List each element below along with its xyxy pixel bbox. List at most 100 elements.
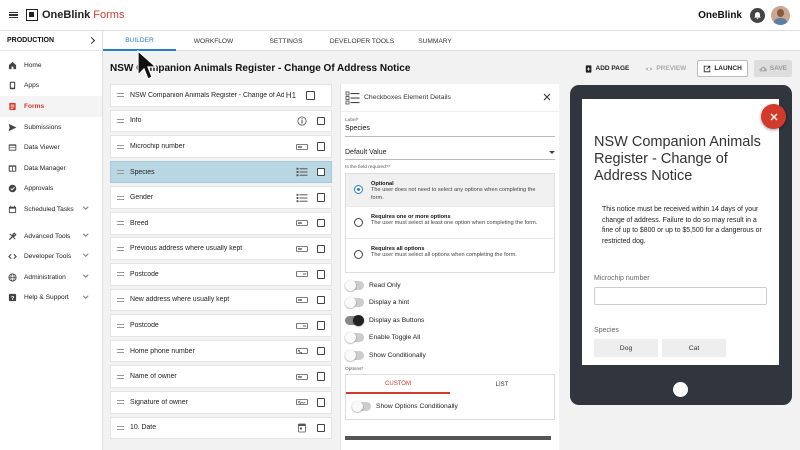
form-element-row[interactable]: Previous address where usually kept <box>110 237 332 261</box>
preview-button[interactable]: PREVIEW <box>640 60 691 77</box>
close-icon[interactable] <box>543 93 551 101</box>
toggle-read-only[interactable]: Read Only <box>341 277 559 295</box>
sidebar-item-submissions[interactable]: Submissions <box>0 117 102 138</box>
tab-builder[interactable]: BUILDER <box>103 31 176 51</box>
preview-option-dog[interactable]: Dog <box>594 339 658 357</box>
form-element-row[interactable]: Name of owner <box>110 365 332 389</box>
element-checkbox[interactable] <box>316 295 325 305</box>
sidebar-item-data-manager[interactable]: Data Manager <box>0 158 102 179</box>
form-element-row[interactable]: NSW Companion Animals Register - Change … <box>110 84 332 107</box>
sidebar-item-developer-tools[interactable]: Developer Tools <box>0 246 102 267</box>
sidebar-item-approvals[interactable]: Approvals <box>0 179 102 200</box>
sidebar-item-forms[interactable]: Forms <box>0 96 102 117</box>
element-checkbox[interactable] <box>316 142 325 151</box>
org-name[interactable]: OneBlink <box>698 10 742 21</box>
form-element-row[interactable]: 10. Date <box>110 416 332 440</box>
form-element-row[interactable]: Microchip number <box>110 135 332 158</box>
radio-button[interactable] <box>354 250 363 259</box>
show-options-conditionally-row[interactable]: Show Options Conditionally <box>345 394 555 420</box>
form-element-row-selected[interactable]: Species <box>110 160 332 184</box>
form-element-row[interactable]: New address where usually kept <box>110 288 332 312</box>
radio-optional[interactable]: Optional The user does not need to select… <box>346 174 554 207</box>
toggle-switch[interactable] <box>345 349 364 361</box>
drag-handle-icon[interactable] <box>117 349 124 354</box>
element-checkbox[interactable] <box>316 372 325 381</box>
drag-handle-icon[interactable] <box>117 195 124 200</box>
notifications-bell-icon[interactable] <box>750 8 765 23</box>
form-element-row[interactable]: Postcode <box>110 263 332 286</box>
drag-handle-icon[interactable] <box>117 221 124 226</box>
toggle-switch[interactable] <box>352 401 371 412</box>
form-element-row[interactable]: Signature of owner <box>110 390 332 414</box>
drag-handle-icon[interactable] <box>117 297 124 302</box>
toggle-enable-toggle-all[interactable]: Enable Toggle All <box>341 329 559 347</box>
toggle-display-hint[interactable]: Display a hint <box>341 294 559 312</box>
form-element-row[interactable]: Info <box>110 109 332 133</box>
add-page-label: ADD PAGE <box>595 65 630 72</box>
toggle-switch[interactable] <box>345 279 364 291</box>
tab-developer-tools[interactable]: DEVELOPER TOOLS <box>321 31 403 51</box>
element-checkbox[interactable] <box>316 116 325 126</box>
toggle-switch[interactable] <box>345 297 364 309</box>
label-field[interactable]: Species <box>345 125 555 137</box>
sidebar-item-apps[interactable]: Apps <box>0 76 102 97</box>
preview-option-cat[interactable]: Cat <box>662 339 726 357</box>
launch-button[interactable]: LAUNCH <box>697 60 748 77</box>
form-element-row[interactable]: Home phone number <box>110 339 332 363</box>
drag-handle-icon[interactable] <box>117 170 124 175</box>
element-checkbox[interactable] <box>316 167 325 177</box>
drag-handle-icon[interactable] <box>117 400 124 405</box>
radio-requires-all[interactable]: Requires all options The user must select… <box>346 239 554 272</box>
element-checkbox[interactable] <box>316 218 325 228</box>
toggle-display-as-buttons[interactable]: Display as Buttons <box>341 312 559 330</box>
add-page-button[interactable]: ADD PAGE <box>580 60 635 77</box>
element-checkbox[interactable] <box>316 346 325 356</box>
element-checkbox[interactable] <box>316 193 325 202</box>
radio-button[interactable] <box>354 217 363 227</box>
element-checkbox[interactable] <box>306 91 315 100</box>
preview-microchip-input[interactable] <box>594 287 767 305</box>
sidebar-item-administration[interactable]: Administration <box>0 267 102 288</box>
close-preview-button[interactable] <box>761 104 786 129</box>
sidebar-item-advanced-tools[interactable]: Advanced Tools <box>0 226 102 247</box>
save-button[interactable]: SAVE <box>753 60 792 77</box>
menu-icon[interactable] <box>9 11 18 19</box>
drag-handle-icon[interactable] <box>117 323 124 328</box>
default-value-select[interactable]: Default Value <box>345 146 555 160</box>
element-checkbox[interactable] <box>316 398 325 407</box>
element-checkbox[interactable] <box>316 423 325 433</box>
tab-workflow[interactable]: WORKFLOW <box>176 31 251 51</box>
tab-settings[interactable]: SETTINGS <box>251 31 321 51</box>
sidebar-item-scheduled-tasks[interactable]: Scheduled Tasks <box>0 199 102 220</box>
sidebar-item-data-viewer[interactable]: Data Viewer <box>0 137 102 158</box>
logo-text: OneBlink <box>42 9 91 21</box>
tab-custom[interactable]: CUSTOM <box>346 375 450 394</box>
form-element-row[interactable]: Postcode <box>110 314 332 337</box>
radio-button[interactable] <box>354 185 363 194</box>
form-element-row[interactable]: Gender <box>110 186 332 209</box>
drag-handle-icon[interactable] <box>117 93 124 98</box>
element-checkbox[interactable] <box>316 321 325 330</box>
environment-selector[interactable]: PRODUCTION <box>0 31 102 51</box>
drag-handle-icon[interactable] <box>117 374 124 379</box>
drag-handle-icon[interactable] <box>117 272 124 277</box>
tab-list[interactable]: LIST <box>450 375 554 394</box>
element-checkbox[interactable] <box>316 270 325 279</box>
drag-handle-icon[interactable] <box>117 118 124 123</box>
radio-requires-one-or-more[interactable]: Requires one or more options The user mus… <box>346 207 554 239</box>
logo[interactable]: OneBlink Forms <box>26 9 124 21</box>
user-avatar[interactable] <box>771 6 790 25</box>
element-checkbox[interactable] <box>316 244 325 254</box>
scrollbar[interactable] <box>345 436 551 440</box>
drag-handle-icon[interactable] <box>117 425 124 430</box>
sidebar-item-home[interactable]: Home <box>0 55 102 76</box>
drag-handle-icon[interactable] <box>117 246 124 251</box>
tab-summary[interactable]: SUMMARY <box>403 31 467 51</box>
drag-handle-icon[interactable] <box>117 144 124 149</box>
toggle-switch[interactable] <box>345 314 364 326</box>
toggle-show-conditionally[interactable]: Show Conditionally <box>341 347 559 365</box>
form-element-row[interactable]: Breed <box>110 211 332 235</box>
sidebar-item-help-support[interactable]: ? Help & Support <box>0 288 102 309</box>
add-page-icon <box>585 64 591 73</box>
toggle-switch[interactable] <box>345 332 364 344</box>
